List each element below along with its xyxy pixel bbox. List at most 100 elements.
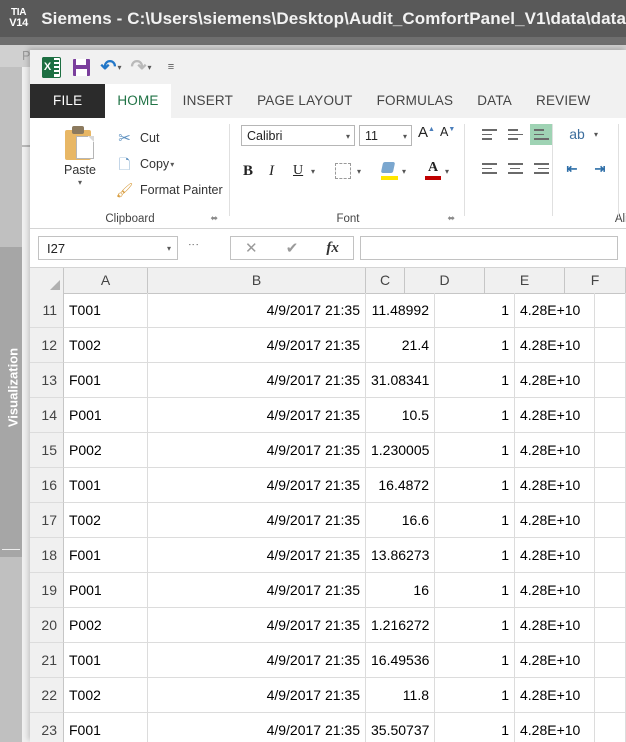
align-bottom-button[interactable] xyxy=(530,124,552,145)
cell-f[interactable] xyxy=(595,363,626,398)
cell-c[interactable]: 1.216272 xyxy=(366,608,435,643)
orientation-button[interactable]: ab xyxy=(562,122,592,146)
cell-d[interactable]: 1 xyxy=(435,468,515,503)
cell-f[interactable] xyxy=(595,398,626,433)
cell-e[interactable]: 4.28E+10 xyxy=(515,433,595,468)
undo-button[interactable]: ↶ ▾ xyxy=(96,54,126,80)
cell-e[interactable]: 4.28E+10 xyxy=(515,293,595,328)
table-row[interactable]: 23 F001 4/9/2017 21:35 35.50737 1 4.28E+10 xyxy=(30,713,626,742)
cell-b[interactable]: 4/9/2017 21:35 xyxy=(148,573,366,608)
row-header[interactable]: 16 xyxy=(30,468,64,503)
paste-chevron-down-icon[interactable]: ▾ xyxy=(78,178,82,187)
spreadsheet-grid[interactable]: A B C D E F 11 T001 4/9/2017 21:35 11.48992… xyxy=(30,268,626,742)
cell-c[interactable]: 10.5 xyxy=(366,398,435,433)
increase-font-size-button[interactable]: A▲ xyxy=(418,124,435,141)
cell-f[interactable] xyxy=(595,608,626,643)
cell-a[interactable]: P002 xyxy=(64,608,148,643)
cell-a[interactable]: P002 xyxy=(64,433,148,468)
italic-button[interactable]: I xyxy=(269,158,274,184)
table-row[interactable]: 15 P002 4/9/2017 21:35 1.230005 1 4.28E+10 xyxy=(30,433,626,468)
font-size-input[interactable]: 11 ▾ xyxy=(359,125,412,146)
confirm-entry-button[interactable]: ✔ xyxy=(272,237,313,259)
increase-indent-button[interactable]: ⇥ xyxy=(588,158,612,179)
cell-e[interactable]: 4.28E+10 xyxy=(515,398,595,433)
cell-d[interactable]: 1 xyxy=(435,328,515,363)
cell-c[interactable]: 16.6 xyxy=(366,503,435,538)
cell-b[interactable]: 4/9/2017 21:35 xyxy=(148,328,366,363)
cell-d[interactable]: 1 xyxy=(435,293,515,328)
cell-b[interactable]: 4/9/2017 21:35 xyxy=(148,713,366,742)
formula-input[interactable] xyxy=(360,236,618,260)
cell-b[interactable]: 4/9/2017 21:35 xyxy=(148,678,366,713)
cell-c[interactable]: 1.230005 xyxy=(366,433,435,468)
row-header[interactable]: 15 xyxy=(30,433,64,468)
row-header[interactable]: 19 xyxy=(30,573,64,608)
column-header-f[interactable]: F xyxy=(565,268,626,293)
cell-e[interactable]: 4.28E+10 xyxy=(515,608,595,643)
cell-e[interactable]: 4.28E+10 xyxy=(515,363,595,398)
row-header[interactable]: 13 xyxy=(30,363,64,398)
table-row[interactable]: 13 F001 4/9/2017 21:35 31.08341 1 4.28E+10 xyxy=(30,363,626,398)
insert-function-button[interactable]: fx xyxy=(312,237,353,259)
row-header[interactable]: 14 xyxy=(30,398,64,433)
cut-button[interactable]: ✂ Cut xyxy=(116,126,159,150)
table-row[interactable]: 21 T001 4/9/2017 21:35 16.49536 1 4.28E+10 xyxy=(30,643,626,678)
table-row[interactable]: 14 P001 4/9/2017 21:35 10.5 1 4.28E+10 xyxy=(30,398,626,433)
column-header-e[interactable]: E xyxy=(485,268,565,293)
align-middle-button[interactable] xyxy=(504,124,526,145)
undo-chevron-down-icon[interactable]: ▾ xyxy=(117,63,121,72)
row-header[interactable]: 21 xyxy=(30,643,64,678)
table-row[interactable]: 18 F001 4/9/2017 21:35 13.86273 1 4.28E+10 xyxy=(30,538,626,573)
font-color-button[interactable]: A xyxy=(425,158,441,184)
cancel-entry-button[interactable]: ✕ xyxy=(231,237,272,259)
cell-f[interactable] xyxy=(595,643,626,678)
redo-chevron-down-icon[interactable]: ▾ xyxy=(147,63,151,72)
cell-f[interactable] xyxy=(595,573,626,608)
fill-color-button[interactable] xyxy=(380,158,398,184)
cell-e[interactable]: 4.28E+10 xyxy=(515,468,595,503)
cell-e[interactable]: 4.28E+10 xyxy=(515,503,595,538)
format-painter-button[interactable]: 🖌 Format Painter xyxy=(116,178,223,202)
table-row[interactable]: 16 T001 4/9/2017 21:35 16.4872 1 4.28E+10 xyxy=(30,468,626,503)
cell-d[interactable]: 1 xyxy=(435,398,515,433)
tab-file[interactable]: FILE xyxy=(30,84,106,118)
table-row[interactable]: 11 T001 4/9/2017 21:35 11.48992 1 4.28E+10 xyxy=(30,293,626,328)
sidebar-tab-visualization[interactable]: Visualization xyxy=(0,247,22,557)
cell-b[interactable]: 4/9/2017 21:35 xyxy=(148,503,366,538)
cell-a[interactable]: T001 xyxy=(64,293,148,328)
customize-qat-button[interactable]: ≡ xyxy=(156,54,186,80)
cell-e[interactable]: 4.28E+10 xyxy=(515,573,595,608)
cell-f[interactable] xyxy=(595,433,626,468)
borders-button[interactable] xyxy=(335,158,351,184)
cell-a[interactable]: T002 xyxy=(64,328,148,363)
font-dialog-launcher-icon[interactable]: ⬌ xyxy=(447,213,455,224)
formula-bar-grip[interactable]: ⋮ xyxy=(187,239,199,252)
fill-color-chevron-down-icon[interactable]: ▾ xyxy=(402,158,406,184)
table-row[interactable]: 22 T002 4/9/2017 21:35 11.8 1 4.28E+10 xyxy=(30,678,626,713)
row-header[interactable]: 22 xyxy=(30,678,64,713)
clipboard-dialog-launcher-icon[interactable]: ⬌ xyxy=(210,213,218,224)
cell-d[interactable]: 1 xyxy=(435,713,515,742)
cell-f[interactable] xyxy=(595,538,626,573)
font-size-chevron-down-icon[interactable]: ▾ xyxy=(403,132,407,141)
cell-e[interactable]: 4.28E+10 xyxy=(515,713,595,742)
tab-data[interactable]: DATA xyxy=(465,84,524,118)
cell-b[interactable]: 4/9/2017 21:35 xyxy=(148,398,366,433)
cell-e[interactable]: 4.28E+10 xyxy=(515,678,595,713)
copy-chevron-down-icon[interactable]: ▾ xyxy=(170,160,174,169)
row-header[interactable]: 23 xyxy=(30,713,64,742)
cell-d[interactable]: 1 xyxy=(435,363,515,398)
tab-formulas[interactable]: FORMULAS xyxy=(365,84,466,118)
cell-c[interactable]: 13.86273 xyxy=(366,538,435,573)
tab-home[interactable]: HOME xyxy=(105,84,171,118)
cell-b[interactable]: 4/9/2017 21:35 xyxy=(148,643,366,678)
cell-c[interactable]: 11.48992 xyxy=(366,293,435,328)
cell-d[interactable]: 1 xyxy=(435,608,515,643)
cell-c[interactable]: 16 xyxy=(366,573,435,608)
copy-button[interactable]: 🗋 Copy ▾ xyxy=(116,152,174,176)
cell-a[interactable]: F001 xyxy=(64,713,148,742)
column-header-a[interactable]: A xyxy=(64,268,148,293)
cell-f[interactable] xyxy=(595,713,626,742)
font-name-chevron-down-icon[interactable]: ▾ xyxy=(346,132,350,141)
cell-a[interactable]: F001 xyxy=(64,363,148,398)
